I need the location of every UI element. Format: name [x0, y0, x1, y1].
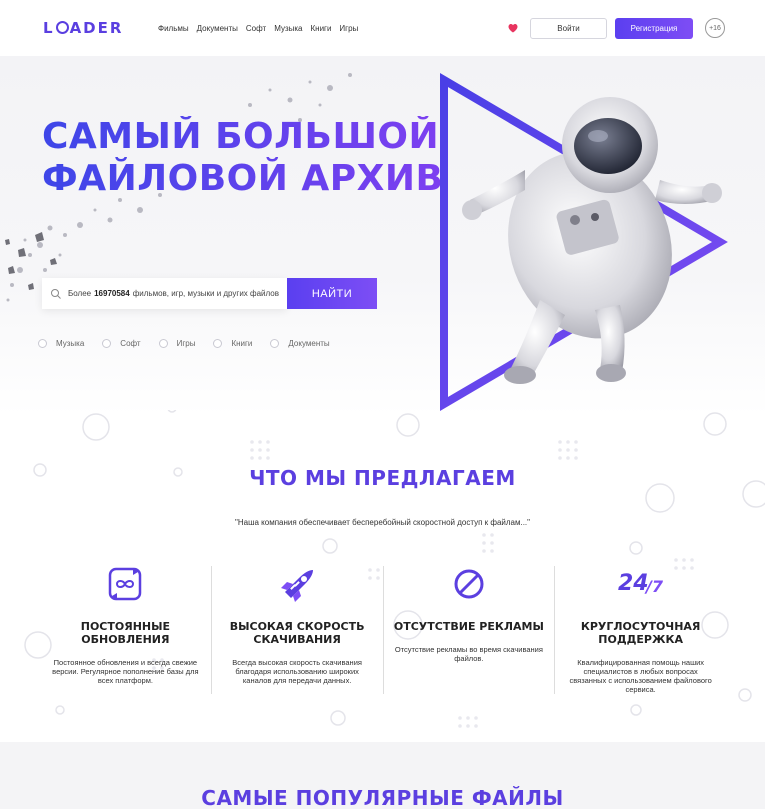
- category-radio[interactable]: [270, 339, 280, 348]
- infinity-refresh-icon: [109, 567, 142, 601]
- nav-item-games[interactable]: Игры: [339, 24, 358, 33]
- feature-updates: ПОСТОЯННЫЕ ОБНОВЛЕНИЯ Постоянное обновле…: [40, 566, 211, 694]
- age-badge: +16: [705, 18, 725, 38]
- nav-item-soft[interactable]: Софт: [246, 24, 266, 33]
- logo-ring-icon: [55, 21, 69, 34]
- svg-text:24: 24: [618, 571, 649, 596]
- category-radio[interactable]: [102, 339, 112, 348]
- login-button[interactable]: Войти: [530, 18, 607, 39]
- main-nav: Фильмы Документы Софт Музыка Книги Игры: [158, 24, 358, 33]
- register-button[interactable]: Регистрация: [615, 18, 693, 39]
- offer-subtitle: "Наша компания обеспечивает бесперебойны…: [235, 518, 530, 527]
- category-documents[interactable]: Документы: [270, 339, 330, 348]
- features-list: ПОСТОЯННЫЕ ОБНОВЛЕНИЯ Постоянное обновле…: [40, 566, 726, 694]
- feature-speed: ВЫСОКАЯ СКОРОСТЬ СКАЧИВАНИЯ Всегда высок…: [210, 566, 383, 694]
- category-radio[interactable]: [38, 339, 47, 348]
- nav-item-films[interactable]: Фильмы: [158, 24, 189, 33]
- category-label: Игры: [176, 339, 196, 348]
- feature-title: ОТСУТСТВИЕ РЕКЛАМЫ: [393, 620, 544, 633]
- feature-title: КРУГЛОСУТОЧНАЯ ПОДДЕРЖКА: [580, 620, 701, 646]
- offer-title: ЧТО МЫ ПРЕДЛАГАЕМ: [249, 466, 516, 490]
- category-label: Книги: [231, 339, 253, 348]
- category-label: Документы: [288, 339, 330, 348]
- feature-text: Всегда высокая скорость скачивания благо…: [232, 658, 362, 685]
- find-button[interactable]: НАЙТИ: [287, 278, 377, 309]
- logo[interactable]: L ADER: [43, 19, 123, 37]
- hero-title-line1: САМЫЙ БОЛЬШОЙ: [42, 116, 440, 157]
- astronaut-illustration: [440, 73, 728, 411]
- category-games[interactable]: Игры: [158, 339, 196, 348]
- search-input[interactable]: Более 16970584 фильмов, игр, музыки и др…: [42, 278, 287, 309]
- nav-item-books[interactable]: Книги: [310, 24, 331, 33]
- hero-title: САМЫЙ БОЛЬШОЙ ФАЙЛОВОЙ АРХИВ: [42, 116, 443, 200]
- popular-title: САМЫЕ ПОПУЛЯРНЫЕ ФАЙЛЫ: [201, 786, 564, 809]
- page: L ADER Фильмы Документы Софт Музыка Книги…: [0, 0, 765, 809]
- category-books[interactable]: Книги: [213, 339, 252, 348]
- search-placeholder-suffix: фильмов, игр, музыки и других файлов: [132, 289, 279, 298]
- feature-support: 24 /7 КРУГЛОСУТОЧНАЯ ПОДДЕРЖКА Квалифици…: [554, 566, 726, 694]
- category-radio[interactable]: [158, 339, 168, 348]
- category-music[interactable]: Музыка: [38, 339, 84, 348]
- header: L ADER Фильмы Документы Софт Музыка Книги…: [0, 0, 765, 56]
- feature-text: Квалифицированная помощь наших специалис…: [569, 658, 712, 694]
- category-label: Софт: [120, 339, 141, 348]
- nav-item-documents[interactable]: Документы: [197, 24, 238, 33]
- logo-text: ADER: [69, 19, 124, 37]
- category-label: Музыка: [56, 339, 85, 348]
- category-radio[interactable]: [213, 339, 223, 348]
- search-file-count: 16970584: [94, 289, 130, 298]
- search-icon: [51, 288, 61, 299]
- search-placeholder-prefix: Более: [68, 289, 92, 298]
- feature-text: Отсутствие рекламы во время скачивания ф…: [394, 645, 543, 663]
- rocket-icon: [281, 570, 314, 602]
- category-filters: Музыка Софт Игры Книги Документы: [38, 339, 348, 348]
- feature-title: ПОСТОЯННЫЕ ОБНОВЛЕНИЯ: [80, 620, 171, 646]
- feature-text: Постоянное обновления и всегда свежие ве…: [52, 658, 199, 685]
- svg-text:/7: /7: [644, 577, 664, 596]
- no-ads-icon: [454, 569, 484, 599]
- category-soft[interactable]: Софт: [102, 339, 141, 348]
- feature-title: ВЫСОКАЯ СКОРОСТЬ СКАЧИВАНИЯ: [229, 620, 365, 646]
- nav-item-music[interactable]: Музыка: [274, 24, 302, 33]
- 24-7-icon: 24 /7: [618, 571, 664, 596]
- logo-letter: L: [43, 19, 55, 37]
- feature-no-ads: ОТСУТСТВИЕ РЕКЛАМЫ Отсутствие рекламы во…: [382, 566, 555, 694]
- hero-title-line2: ФАЙЛОВОЙ АРХИВ: [42, 158, 444, 199]
- heart-icon[interactable]: [507, 22, 519, 34]
